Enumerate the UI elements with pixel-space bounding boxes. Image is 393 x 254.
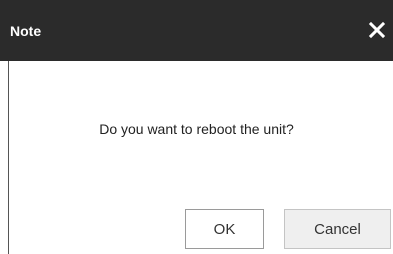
close-icon[interactable] (367, 20, 387, 40)
dialog-left-border (8, 61, 9, 254)
dialog-title: Note (10, 23, 42, 39)
reboot-dialog: Note Do you want to reboot the unit? OK … (0, 0, 393, 254)
cancel-button[interactable]: Cancel (284, 209, 391, 249)
dialog-titlebar: Note (0, 0, 393, 61)
ok-button[interactable]: OK (185, 209, 264, 249)
dialog-message: Do you want to reboot the unit? (99, 121, 294, 137)
